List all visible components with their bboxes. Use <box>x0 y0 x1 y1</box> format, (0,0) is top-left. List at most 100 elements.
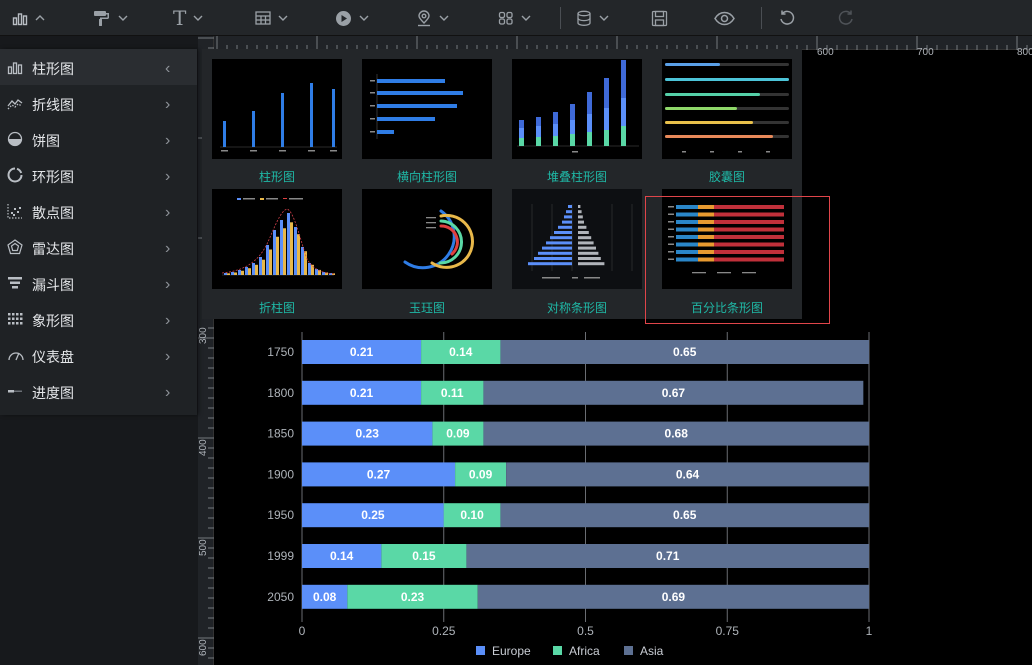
menu-item-radar[interactable]: 雷达图 › <box>0 229 197 265</box>
thumb-ring-bar-chart[interactable] <box>362 189 492 289</box>
thumb-symmetric-bar-chart[interactable] <box>512 189 642 289</box>
ruler-label: 800 <box>1017 47 1032 58</box>
data-label: 0.69 <box>662 590 686 604</box>
data-label: 0.27 <box>367 467 391 481</box>
data-label: 0.15 <box>412 549 436 563</box>
data-label: 0.09 <box>469 467 493 481</box>
table-tool[interactable] <box>255 0 289 36</box>
data-label: 0.68 <box>665 427 689 441</box>
menu-item-ring[interactable]: 环形图 › <box>0 157 197 193</box>
chart-icon <box>12 10 28 26</box>
paint-tool[interactable] <box>93 0 129 36</box>
thumb-stacked-column-chart[interactable] <box>512 59 642 159</box>
data-tool[interactable] <box>576 0 610 36</box>
x-tick-label: 0.75 <box>716 624 740 638</box>
menu-item-pictorial[interactable]: 象形图 › <box>0 301 197 337</box>
chevron-down-icon <box>598 12 610 24</box>
chevron-up-icon <box>34 12 46 24</box>
chart-tool[interactable] <box>12 0 46 36</box>
stacked-chart-preview <box>517 60 639 153</box>
redo-button[interactable] <box>837 0 855 36</box>
thumb-capsule-chart[interactable] <box>662 59 792 159</box>
data-label: 0.23 <box>356 427 380 441</box>
chart-variant-flyout: 柱形图 横向柱形图 堆叠柱形图 胶囊图 折柱图 玉珏图 对称条形图 百分比条形图 <box>202 49 802 319</box>
chevron-down-icon <box>192 12 204 24</box>
component-tool[interactable] <box>498 0 532 36</box>
menu-item-label: 饼图 <box>32 133 60 149</box>
data-label: 0.11 <box>441 386 464 400</box>
x-tick-label: 0.5 <box>577 624 594 638</box>
preview-button[interactable] <box>714 0 735 36</box>
undo-button[interactable] <box>778 0 796 36</box>
line-chart-icon <box>7 95 23 111</box>
text-icon: T <box>173 6 187 30</box>
chevron-right-icon: › <box>165 168 171 185</box>
percent-bar-chart[interactable]: 0 0.25 0.5 0.75 1 1750 0.21 0.14 0.65 1800 0.21 0.1… <box>228 322 1032 665</box>
legend-swatch <box>624 646 633 655</box>
data-label: 0.14 <box>449 345 473 359</box>
legend-label: Africa <box>569 644 600 658</box>
thumb-line-bar-chart[interactable] <box>212 189 342 289</box>
media-tool[interactable] <box>335 0 370 36</box>
thumb-label: 玉珏图 <box>408 301 445 315</box>
menu-item-line[interactable]: 折线图 › <box>0 85 197 121</box>
scatter-chart-icon <box>7 203 23 219</box>
toolbar-divider <box>560 7 561 29</box>
y-category-label: 1950 <box>267 508 294 522</box>
hbar-chart-preview <box>370 74 463 139</box>
menu-item-progress[interactable]: 进度图 › <box>0 373 197 409</box>
y-category-label: 1999 <box>267 549 294 563</box>
thumb-label: 百分比条形图 <box>690 301 763 315</box>
menu-item-label: 进度图 <box>32 385 74 401</box>
toolbar-divider <box>761 7 762 29</box>
menu-item-label: 仪表盘 <box>32 349 74 365</box>
data-label: 0.08 <box>313 590 337 604</box>
thumb-label: 堆叠柱形图 <box>546 170 607 184</box>
redo-icon <box>837 9 855 27</box>
menu-item-gauge[interactable]: 仪表盘 › <box>0 337 197 373</box>
linebar-chart-preview <box>221 198 335 276</box>
data-label: 0.10 <box>460 508 484 522</box>
x-tick-label: 0.25 <box>432 624 456 638</box>
legend-label: Europe <box>492 644 531 658</box>
menu-item-label: 雷达图 <box>32 241 74 257</box>
chevron-right-icon: › <box>165 204 171 221</box>
app-root: T 600 700 800 300 400 500 600 0 0.25 0.5… <box>0 0 1032 665</box>
y-category-label: 1850 <box>267 427 294 441</box>
thumb-label: 胶囊图 <box>708 170 745 184</box>
menu-item-label: 散点图 <box>32 205 74 221</box>
grid-icon <box>498 10 514 26</box>
chevron-down-icon <box>117 12 129 24</box>
text-tool[interactable]: T <box>173 0 204 36</box>
location-tool[interactable] <box>416 0 450 36</box>
save-button[interactable] <box>651 0 668 36</box>
database-icon <box>576 10 592 27</box>
y-category-label: 2050 <box>267 590 294 604</box>
menu-item-label: 漏斗图 <box>32 277 74 293</box>
eye-icon <box>714 11 735 26</box>
ruler-top[interactable]: 600 700 800 <box>213 36 1032 58</box>
chevron-right-icon: › <box>165 132 171 149</box>
data-label: 0.65 <box>673 345 697 359</box>
menu-item-label: 折线图 <box>32 97 74 113</box>
symmetric-chart-preview <box>528 204 633 279</box>
y-category-label: 1750 <box>267 345 294 359</box>
menu-item-funnel[interactable]: 漏斗图 › <box>0 265 197 301</box>
thumb-column-chart[interactable] <box>212 59 342 159</box>
thumb-horizontal-bar-chart[interactable] <box>362 59 492 159</box>
pie-chart-icon <box>7 131 23 147</box>
data-label: 0.65 <box>673 508 697 522</box>
menu-item-scatter[interactable]: 散点图 › <box>0 193 197 229</box>
thumb-label: 柱形图 <box>258 170 295 184</box>
chevron-right-icon: › <box>165 276 171 293</box>
chart-type-menu: 柱形图 ‹ 折线图 › 饼图 › 环形图 › 散点图 › 雷达图 › 漏斗图 ›… <box>0 49 197 415</box>
thumb-percent-bar-chart[interactable] <box>662 189 792 289</box>
data-label: 0.64 <box>676 467 700 481</box>
percent-chart-preview <box>668 205 784 274</box>
location-icon <box>416 9 432 27</box>
progress-icon <box>7 383 23 399</box>
gauge-icon <box>7 347 24 363</box>
menu-item-bar[interactable]: 柱形图 ‹ <box>0 49 197 85</box>
menu-item-pie[interactable]: 饼图 › <box>0 121 197 157</box>
menu-item-label: 柱形图 <box>32 61 74 77</box>
